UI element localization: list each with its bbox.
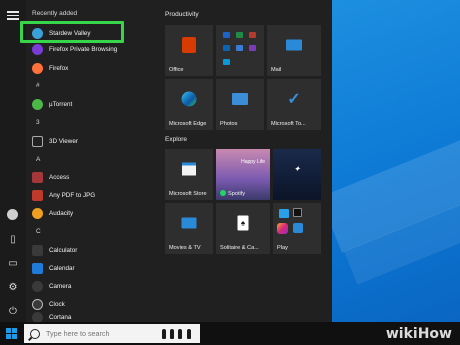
app-label: Calculator	[49, 246, 78, 254]
camera-icon	[32, 280, 43, 292]
tile-microsoft-todo[interactable]: ✓ Microsoft To...	[267, 79, 321, 130]
app-label: Audacity	[49, 209, 74, 217]
tile-movies-tv[interactable]: Movies & TV	[165, 203, 213, 254]
utorrent-icon	[32, 98, 43, 110]
tile-label: Office	[169, 67, 184, 73]
app-label: Calendar	[49, 264, 75, 272]
app-any-pdf-to-jpg[interactable]: Any PDF to JPG	[32, 188, 150, 202]
documents-icon[interactable]: ▯	[7, 234, 19, 246]
firefox-icon	[32, 62, 43, 74]
start-rail: ▯ ▭ ⚙ ⏻	[0, 0, 26, 322]
app-label: Clock	[49, 300, 65, 308]
firefox-private-icon	[32, 43, 43, 55]
spotify-caption: Happy Life	[241, 159, 265, 165]
access-icon	[32, 171, 43, 183]
tile-label: Microsoft To...	[271, 121, 306, 127]
app-access[interactable]: Access	[32, 170, 150, 184]
tile-play[interactable]: Play	[273, 203, 321, 254]
search-icon	[30, 328, 40, 339]
app-cortana[interactable]: Cortana	[32, 312, 150, 322]
pdf-jpg-icon	[32, 189, 43, 201]
hamburger-menu-icon[interactable]	[7, 9, 19, 21]
tile-label: Microsoft Edge	[169, 121, 207, 127]
tile-microsoft-edge[interactable]: Microsoft Edge	[165, 79, 213, 130]
tile-spotify[interactable]: Happy Life Spotify	[216, 149, 270, 200]
settings-gear-icon[interactable]: ⚙	[7, 282, 19, 294]
audacity-icon	[32, 207, 43, 219]
app-audacity[interactable]: Audacity	[32, 206, 150, 220]
3d-viewer-icon	[32, 135, 43, 147]
tile-microsoft-store[interactable]: Microsoft Store	[165, 149, 213, 200]
photos-icon	[232, 93, 248, 106]
tile-office-apps[interactable]	[216, 25, 264, 76]
app-clock[interactable]: Clock	[32, 297, 150, 311]
cortana-icon	[32, 312, 43, 322]
tile-office[interactable]: Office	[165, 25, 213, 76]
clock-icon	[32, 298, 43, 310]
recently-added-heading: Recently added	[32, 10, 78, 17]
search-input[interactable]	[46, 329, 156, 338]
app-list: Recently added Stardew Valley Firefox Pr…	[26, 0, 154, 322]
app-label: Any PDF to JPG	[49, 191, 96, 199]
app-calculator[interactable]: Calculator	[32, 243, 150, 257]
app-label: µTorrent	[49, 100, 73, 108]
desktop-wallpaper	[332, 0, 460, 322]
tile-label: Mail	[271, 67, 282, 73]
spotify-icon	[220, 190, 226, 196]
power-icon[interactable]: ⏻	[7, 306, 19, 318]
tile-label: Play	[277, 245, 288, 251]
tile-label: Movies & TV	[169, 245, 201, 251]
search-highlight-penguins-icon	[160, 326, 196, 341]
app-label: Firefox	[49, 64, 69, 72]
app-calendar[interactable]: Calendar	[32, 261, 150, 275]
solitaire-icon: ♠	[237, 215, 249, 231]
group-title-productivity: Productivity	[165, 11, 199, 18]
movies-icon	[181, 217, 197, 229]
tile-label: Photos	[220, 121, 238, 127]
office-icon	[182, 37, 196, 54]
app-label: Firefox Private Browsing	[49, 45, 118, 53]
tile-area: Productivity Office Mail Microsoft Edge	[160, 0, 332, 322]
app-3d-viewer[interactable]: 3D Viewer	[32, 134, 150, 148]
app-label: Access	[49, 173, 70, 181]
tile-disney-plus[interactable]: ✦	[273, 149, 321, 200]
highlight-box	[20, 21, 124, 43]
tile-label: Microsoft Store	[169, 191, 207, 197]
todo-checkmark-icon: ✓	[287, 91, 301, 109]
letter-header-hash[interactable]: #	[36, 82, 40, 89]
calendar-icon	[32, 262, 43, 274]
user-account-icon[interactable]	[7, 209, 19, 221]
store-icon	[182, 162, 196, 176]
letter-header-a[interactable]: A	[36, 156, 40, 163]
taskbar-search-box[interactable]	[24, 324, 200, 343]
tile-label: Spotify	[228, 191, 246, 197]
tile-mail[interactable]: Mail	[267, 25, 321, 76]
letter-header-c[interactable]: C	[36, 228, 41, 235]
tile-solitaire[interactable]: ♠ Solitaire & Ca...	[216, 203, 270, 254]
disney-icon: ✦	[293, 164, 301, 174]
group-title-explore: Explore	[165, 136, 188, 143]
tile-label: Solitaire & Ca...	[220, 245, 259, 251]
windows-start-icon[interactable]	[6, 328, 17, 339]
app-camera[interactable]: Camera	[32, 279, 150, 293]
app-label: Camera	[49, 282, 72, 290]
app-firefox-private[interactable]: Firefox Private Browsing	[32, 42, 150, 56]
pictures-icon[interactable]: ▭	[7, 258, 19, 270]
app-label: Cortana	[49, 313, 72, 321]
calculator-icon	[32, 244, 43, 256]
mail-icon	[286, 39, 302, 51]
app-firefox[interactable]: Firefox	[32, 61, 150, 75]
start-menu: ▯ ▭ ⚙ ⏻ Recently added Stardew Valley Fi…	[0, 0, 332, 322]
tile-photos[interactable]: Photos	[216, 79, 264, 130]
wikihow-watermark: wikiHow	[385, 326, 452, 342]
app-utorrent[interactable]: µTorrent	[32, 97, 150, 111]
edge-icon	[181, 91, 197, 107]
app-label: 3D Viewer	[49, 137, 78, 145]
letter-header-3[interactable]: 3	[36, 119, 40, 126]
